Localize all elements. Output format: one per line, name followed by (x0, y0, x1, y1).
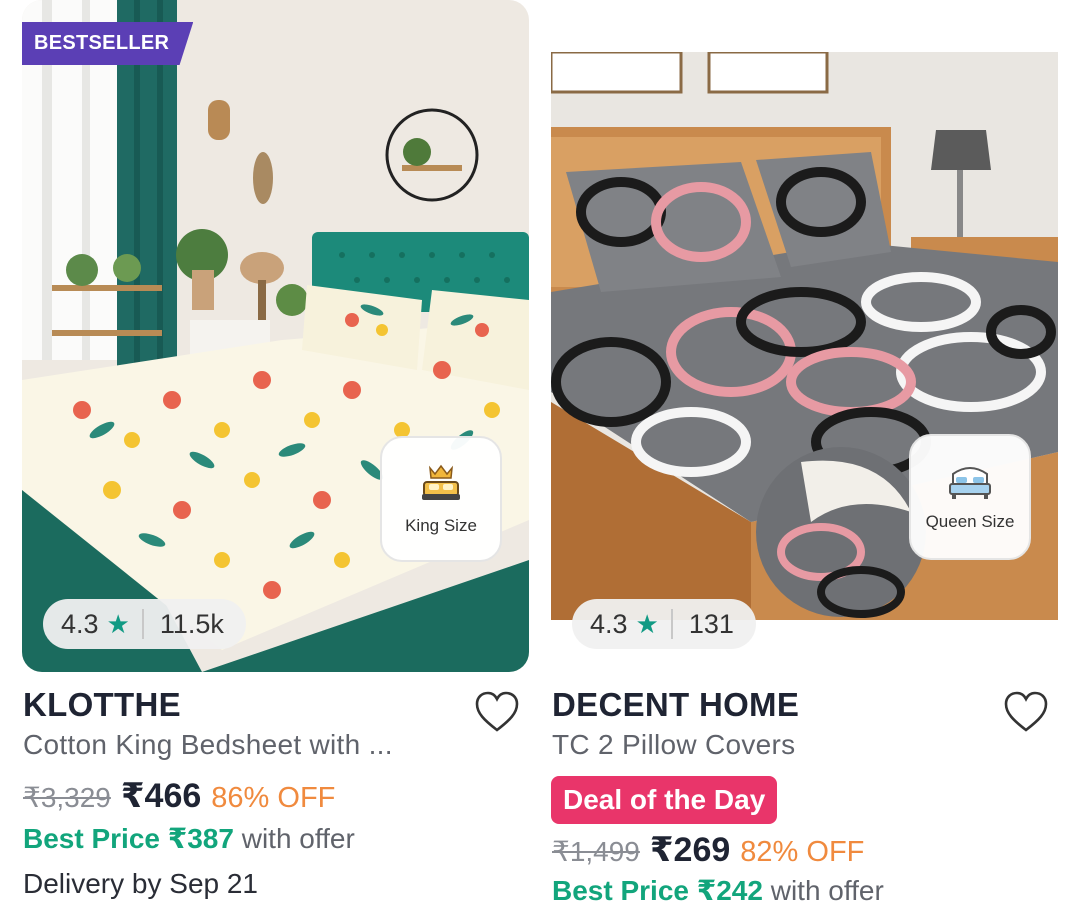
deal-of-the-day-badge: Deal of the Day (551, 776, 778, 824)
size-chip-label: King Size (405, 516, 477, 535)
best-price-row: Best Price ₹387 with offer (23, 822, 355, 855)
size-chip-queen: Queen Size (909, 434, 1031, 560)
product-brand: DECENT HOME (552, 686, 800, 723)
product-description: TC 2 Pillow Covers (552, 729, 796, 760)
size-chip-label: Queen Size (925, 512, 1015, 531)
king-bed-icon (422, 464, 460, 500)
best-price-row: Best Price ₹242 with offer (552, 874, 884, 907)
delivery-info: Delivery by Sep 21 (23, 868, 259, 899)
rating-pill: 4.3 ★ 11.5k (43, 599, 246, 649)
selling-price: ₹466 (120, 777, 202, 815)
best-price-label: Best Price ₹387 (23, 823, 234, 854)
discount-label: 86% OFF (211, 782, 336, 814)
product-card-klotthe[interactable]: BESTSELLER King Size 4.3 ★ 11.5k KLOTTHE… (20, 0, 530, 911)
best-price-suffix: with offer (762, 875, 884, 906)
queen-bed-icon (949, 467, 991, 499)
price-row: ₹3,329 ₹466 86% OFF (23, 776, 335, 816)
best-price-suffix: with offer (233, 823, 355, 854)
star-icon: ★ (635, 608, 659, 639)
wishlist-heart-icon[interactable] (1003, 690, 1049, 734)
bedroom-floral-bedsheet-image (22, 0, 529, 672)
original-price: ₹1,499 (552, 836, 640, 867)
wishlist-heart-icon[interactable] (474, 690, 520, 734)
size-chip-king: King Size (380, 436, 502, 562)
rating-separator (670, 609, 673, 639)
review-count: 131 (688, 608, 734, 639)
product-brand: KLOTTHE (23, 686, 181, 723)
bestseller-badge: BESTSELLER (22, 22, 194, 65)
product-card-decent-home[interactable]: Queen Size 4.3 ★ 131 DECENT HOME TC 2 Pi… (549, 0, 1059, 911)
discount-label: 82% OFF (740, 836, 865, 868)
price-row: ₹1,499 ₹269 82% OFF (552, 830, 864, 870)
best-price-label: Best Price ₹242 (552, 875, 763, 906)
product-description: Cotton King Bedsheet with ... (23, 729, 393, 760)
product-image[interactable] (22, 0, 529, 672)
rating-value: 4.3 (590, 608, 628, 639)
rating-pill: 4.3 ★ 131 (572, 599, 756, 649)
original-price: ₹3,329 (23, 782, 111, 813)
rating-separator (141, 609, 144, 639)
selling-price: ₹269 (649, 831, 731, 869)
star-icon: ★ (106, 608, 130, 639)
review-count: 11.5k (159, 608, 224, 639)
rating-value: 4.3 (61, 608, 99, 639)
